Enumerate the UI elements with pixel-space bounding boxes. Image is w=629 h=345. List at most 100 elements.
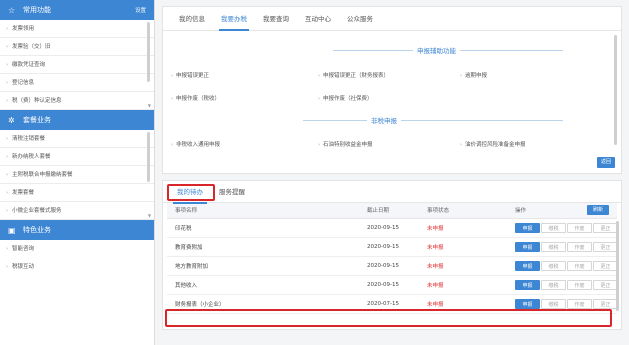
chevron-right-icon: ›	[460, 73, 462, 79]
chevron-right-icon: ›	[6, 26, 8, 32]
op-button[interactable]: 缴税	[541, 298, 566, 309]
cell-status: 未申报	[427, 218, 477, 238]
link-overdue-declare[interactable]: › 逾期申报	[460, 71, 487, 79]
cell-actions: 申报 缴税 作废 更正	[477, 275, 618, 295]
cell-name: 其他收入	[167, 275, 367, 295]
col-refresh: 刷新	[587, 203, 617, 219]
sidebar-item[interactable]: › 新办纳税人套餐	[0, 148, 154, 166]
sidebar-item[interactable]: › 税银互动	[0, 258, 154, 276]
scrollbar[interactable]	[614, 35, 617, 145]
settings-link[interactable]: 设置	[135, 6, 146, 14]
top-panel: 我的信息 我要办税 我要查询 互动中心 公众服务 申报辅助功能 › 申报错误更正 …	[162, 6, 622, 174]
todo-table: 事项名称 截止日期 事项状态 操作 刷新 印花税 2020-09-15 未申报 申报缴…	[167, 203, 618, 314]
op-button[interactable]: 更正	[593, 241, 618, 252]
return-button[interactable]: 返回	[597, 157, 615, 168]
sidebar-item[interactable]: › 发票领用	[0, 20, 154, 38]
link-declare-correction-finance[interactable]: › 申报错误更正（财务报表）	[318, 71, 389, 79]
op-button[interactable]: 作废	[567, 298, 592, 309]
section-title: 常用功能	[23, 6, 51, 14]
scrollbar[interactable]	[147, 22, 150, 82]
op-button[interactable]: 作废	[567, 279, 592, 290]
link-void-tax[interactable]: › 申报作废（税收）	[171, 94, 220, 102]
scrollbar[interactable]	[616, 221, 619, 311]
common-list: › 发票领用 › 发票验（交）旧 › 缴款凭证查询 › 登记信息 › 税（费）种认定信息 …	[0, 20, 154, 110]
tab-my-info[interactable]: 我的信息	[171, 7, 213, 30]
section-divider	[303, 120, 563, 121]
sidebar: ☆ 常用功能 设置 › 发票领用 › 发票验（交）旧 › 缴款凭证查询 › 登记信息 ›…	[0, 0, 155, 345]
sidebar-item[interactable]: › 发票验（交）旧	[0, 38, 154, 56]
tab-interaction[interactable]: 互动中心	[297, 7, 339, 30]
table-body: 印花税 2020-09-15 未申报 申报 缴税 作废 更正 教育费附加 2020-09-15 未…	[167, 218, 618, 314]
scrollbar[interactable]	[147, 132, 150, 182]
link-void-social[interactable]: › 申报作废（社保费）	[318, 94, 373, 102]
cell-name: 财务报表（小企业）	[167, 294, 367, 314]
op-button[interactable]: 作废	[567, 241, 592, 252]
link-nontax-general[interactable]: › 非税收入通用申报	[171, 140, 220, 148]
link-oil-special[interactable]: › 石油特别收益金申报	[318, 140, 373, 148]
grid-icon: ▣	[8, 225, 16, 235]
col-status: 事项状态	[427, 203, 477, 219]
sidebar-item[interactable]: › 智能咨询	[0, 240, 154, 258]
refresh-button[interactable]: 刷新	[587, 205, 609, 216]
sidebar-item[interactable]: › 小微企业套餐式服务	[0, 202, 154, 220]
cell-status: 未申报	[427, 275, 477, 295]
tab-query[interactable]: 我要查询	[255, 7, 297, 30]
sidebar-item[interactable]: › 主附税联合申报缴纳套餐	[0, 166, 154, 184]
tab-service-reminder[interactable]: 服务提醒	[211, 181, 253, 203]
col-op: 操作	[477, 203, 587, 219]
link-declare-correction[interactable]: › 申报错误更正	[171, 71, 209, 79]
section-header-special[interactable]: ▣ 特色业务	[0, 220, 154, 240]
chevron-right-icon: ›	[318, 73, 320, 79]
cell-date: 2020-07-15	[367, 294, 427, 314]
chevron-right-icon: ›	[6, 62, 8, 68]
section-header-common[interactable]: ☆ 常用功能 设置	[0, 0, 154, 20]
op-button[interactable]: 申报	[515, 241, 540, 252]
op-button[interactable]: 缴税	[541, 222, 566, 233]
sidebar-item[interactable]: › 缴款凭证查询	[0, 56, 154, 74]
sidebar-item[interactable]: › 清税注销套餐	[0, 130, 154, 148]
chevron-right-icon: ›	[171, 96, 173, 102]
table-row: 地方教育附加 2020-09-15 未申报 申报 缴税 作废 更正	[167, 256, 618, 276]
chevron-right-icon: ›	[6, 208, 8, 214]
op-button[interactable]: 缴税	[541, 279, 566, 290]
cell-status: 未申报	[427, 294, 477, 314]
op-button[interactable]: 作废	[567, 222, 592, 233]
tab-public-service[interactable]: 公众服务	[339, 7, 381, 30]
link-oil-risk-fund[interactable]: › 油价调控风险准备金申报	[460, 140, 526, 148]
scroll-down-icon[interactable]: ▼	[148, 213, 151, 218]
op-button[interactable]: 更正	[593, 279, 618, 290]
op-button[interactable]: 作废	[567, 260, 592, 271]
op-button[interactable]: 申报	[515, 260, 540, 271]
op-button[interactable]: 申报	[515, 279, 540, 290]
op-button[interactable]: 申报	[515, 222, 540, 233]
op-button[interactable]: 缴税	[541, 260, 566, 271]
scroll-down-icon[interactable]: ▼	[148, 103, 151, 108]
op-button[interactable]: 申报	[515, 298, 540, 309]
tab-tax-handling[interactable]: 我要办税	[213, 7, 255, 31]
sidebar-item[interactable]: › 发票套餐	[0, 184, 154, 202]
cell-date: 2020-09-15	[367, 218, 427, 238]
main-tabs: 我的信息 我要办税 我要查询 互动中心 公众服务	[163, 7, 621, 31]
section-header-declare[interactable]: ✲ 套餐业务	[0, 110, 154, 130]
table-row: 其他收入 2020-09-15 未申报 申报 缴税 作废 更正	[167, 275, 618, 295]
star-icon: ☆	[8, 5, 16, 15]
chevron-right-icon: ›	[171, 142, 173, 148]
cell-actions: 申报 缴税 作废 更正	[477, 218, 618, 238]
op-button[interactable]: 更正	[593, 298, 618, 309]
op-button[interactable]: 更正	[593, 260, 618, 271]
highlight-box	[167, 184, 215, 201]
chevron-right-icon: ›	[6, 246, 8, 252]
cell-date: 2020-09-15	[367, 237, 427, 257]
op-button[interactable]: 缴税	[541, 241, 566, 252]
op-button[interactable]: 更正	[593, 222, 618, 233]
chevron-right-icon: ›	[460, 142, 462, 148]
chevron-right-icon: ›	[6, 80, 8, 86]
sidebar-item[interactable]: › 登记信息	[0, 74, 154, 92]
sidebar-item[interactable]: › 税（费）种认定信息	[0, 92, 154, 110]
chevron-right-icon: ›	[318, 142, 320, 148]
section-title: 特色业务	[23, 226, 51, 234]
declare-list: › 清税注销套餐 › 新办纳税人套餐 › 主附税联合申报缴纳套餐 › 发票套餐 › 小微企…	[0, 130, 154, 220]
cell-status: 未申报	[427, 237, 477, 257]
chevron-right-icon: ›	[6, 172, 8, 178]
section-title-nontax: 非税申报	[367, 115, 401, 125]
